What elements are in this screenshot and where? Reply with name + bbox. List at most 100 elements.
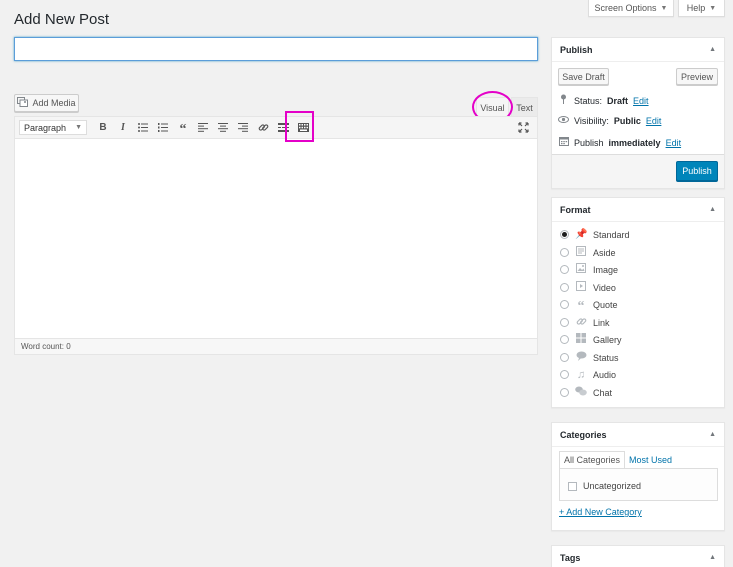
tab-visual[interactable]: Visual	[476, 97, 509, 117]
collapse-toggle-icon[interactable]: ▲	[709, 46, 716, 53]
format-box: Format ▲ 📌 Standard Aside Image Video “ …	[551, 197, 725, 408]
format-option-label: Audio	[593, 369, 617, 380]
add-new-category-link[interactable]: + Add New Category	[559, 507, 642, 517]
format-box-title: Format	[560, 204, 591, 215]
categories-box-header[interactable]: Categories ▲	[552, 423, 724, 447]
collapse-toggle-icon[interactable]: ▲	[709, 431, 716, 438]
status-value: Draft	[607, 95, 629, 106]
format-radio[interactable]	[560, 353, 569, 362]
publish-button[interactable]: Publish	[676, 161, 718, 181]
post-editor: Paragraph ▼ B I “ Word count: 0	[14, 116, 538, 355]
format-radio[interactable]	[560, 318, 569, 327]
save-draft-button[interactable]: Save Draft	[558, 68, 609, 85]
format-option-status[interactable]: Status	[560, 349, 619, 366]
add-media-label: Add Media	[32, 98, 76, 108]
distraction-free-icon[interactable]	[513, 119, 533, 137]
pin-icon	[558, 94, 569, 107]
format-option-label: Chat	[593, 387, 613, 398]
editor-toolbar: Paragraph ▼ B I “	[15, 117, 537, 139]
format-option-label: Standard	[593, 229, 630, 240]
post-title-input[interactable]	[14, 37, 538, 61]
format-select[interactable]: Paragraph ▼	[19, 120, 87, 135]
toolbar-toggle-icon[interactable]	[293, 119, 313, 137]
format-option-aside[interactable]: Aside	[560, 244, 616, 261]
format-radio[interactable]	[560, 370, 569, 379]
format-option-audio[interactable]: ♫ Audio	[560, 366, 616, 383]
category-list: Uncategorized	[559, 468, 718, 501]
category-checkbox[interactable]	[568, 481, 577, 491]
caret-down-icon: ▼	[660, 4, 668, 12]
format-option-gallery[interactable]: Gallery	[560, 331, 622, 348]
quote-icon: “	[577, 299, 585, 314]
categories-box: Categories ▲ All Categories Most Used Un…	[551, 422, 725, 531]
categories-box-title: Categories	[560, 429, 607, 440]
format-radio[interactable]	[560, 283, 569, 292]
format-radio[interactable]	[560, 248, 569, 257]
tags-box-header[interactable]: Tags ▲	[552, 546, 724, 567]
bold-icon[interactable]: B	[93, 119, 113, 137]
tags-box-title: Tags	[560, 552, 581, 563]
publish-time-value: immediately	[608, 137, 661, 148]
format-option-video[interactable]: Video	[560, 279, 616, 296]
help-label: Help	[686, 3, 706, 13]
edit-status-link[interactable]: Edit	[633, 96, 649, 106]
format-option-chat[interactable]: Chat	[560, 384, 612, 401]
collapse-toggle-icon[interactable]: ▲	[709, 554, 716, 561]
screen-options-label: Screen Options	[594, 3, 657, 13]
gallery-icon	[575, 333, 587, 346]
collapse-toggle-icon[interactable]: ▲	[709, 206, 716, 213]
format-option-standard[interactable]: 📌 Standard	[560, 226, 630, 243]
video-icon	[575, 281, 587, 294]
format-radio[interactable]	[560, 335, 569, 344]
publish-box-title: Publish	[560, 44, 593, 55]
caret-down-icon: ▼	[75, 124, 82, 131]
format-box-header[interactable]: Format ▲	[552, 198, 724, 222]
publish-time-row: Publish immediately Edit	[558, 136, 681, 149]
align-left-icon[interactable]	[193, 119, 213, 137]
tab-most-used[interactable]: Most Used	[625, 451, 676, 469]
edit-publish-time-link[interactable]: Edit	[666, 138, 682, 148]
align-right-icon[interactable]	[233, 119, 253, 137]
format-option-label: Aside	[593, 247, 616, 258]
insert-link-icon[interactable]	[253, 119, 273, 137]
editor-status-bar: Word count: 0	[15, 338, 537, 354]
eye-icon	[558, 115, 569, 126]
format-option-image[interactable]: Image	[560, 261, 618, 278]
format-radio[interactable]	[560, 388, 569, 397]
read-more-icon[interactable]	[273, 119, 293, 137]
status-icon	[575, 351, 587, 364]
format-option-label: Link	[593, 317, 610, 328]
format-radio[interactable]	[560, 230, 569, 239]
status-label: Status:	[574, 95, 603, 106]
help-button[interactable]: Help ▼	[678, 0, 725, 17]
italic-icon[interactable]: I	[113, 119, 133, 137]
category-label: Uncategorized	[583, 481, 642, 491]
format-option-link[interactable]: Link	[560, 314, 610, 331]
tab-text[interactable]: Text	[511, 97, 538, 117]
publish-time-label: Publish	[574, 137, 604, 148]
format-radio[interactable]	[560, 300, 569, 309]
preview-button[interactable]: Preview	[676, 68, 718, 85]
numbered-list-icon[interactable]	[153, 119, 173, 137]
blockquote-icon[interactable]: “	[173, 119, 193, 137]
add-media-button[interactable]: Add Media	[14, 94, 79, 112]
format-option-quote[interactable]: “ Quote	[560, 296, 618, 314]
publish-box: Publish ▲ Save Draft Preview Status: Dra…	[551, 37, 725, 189]
category-item-uncategorized[interactable]: Uncategorized	[568, 481, 641, 491]
bulleted-list-icon[interactable]	[133, 119, 153, 137]
format-option-label: Video	[593, 282, 616, 293]
visibility-row: Visibility: Public Edit	[558, 115, 661, 126]
tab-all-categories[interactable]: All Categories	[559, 451, 626, 469]
format-radio[interactable]	[560, 265, 569, 274]
align-center-icon[interactable]	[213, 119, 233, 137]
category-tabs: All Categories Most Used	[559, 451, 676, 469]
format-option-label: Status	[593, 352, 619, 363]
publish-box-header[interactable]: Publish ▲	[552, 38, 724, 62]
add-media-icon	[17, 97, 29, 109]
word-count: Word count: 0	[21, 342, 71, 351]
caret-down-icon: ▼	[709, 4, 717, 12]
format-option-label: Gallery	[593, 334, 622, 345]
edit-visibility-link[interactable]: Edit	[646, 116, 662, 126]
screen-options-button[interactable]: Screen Options ▼	[588, 0, 674, 17]
editor-content-area[interactable]	[15, 139, 537, 339]
